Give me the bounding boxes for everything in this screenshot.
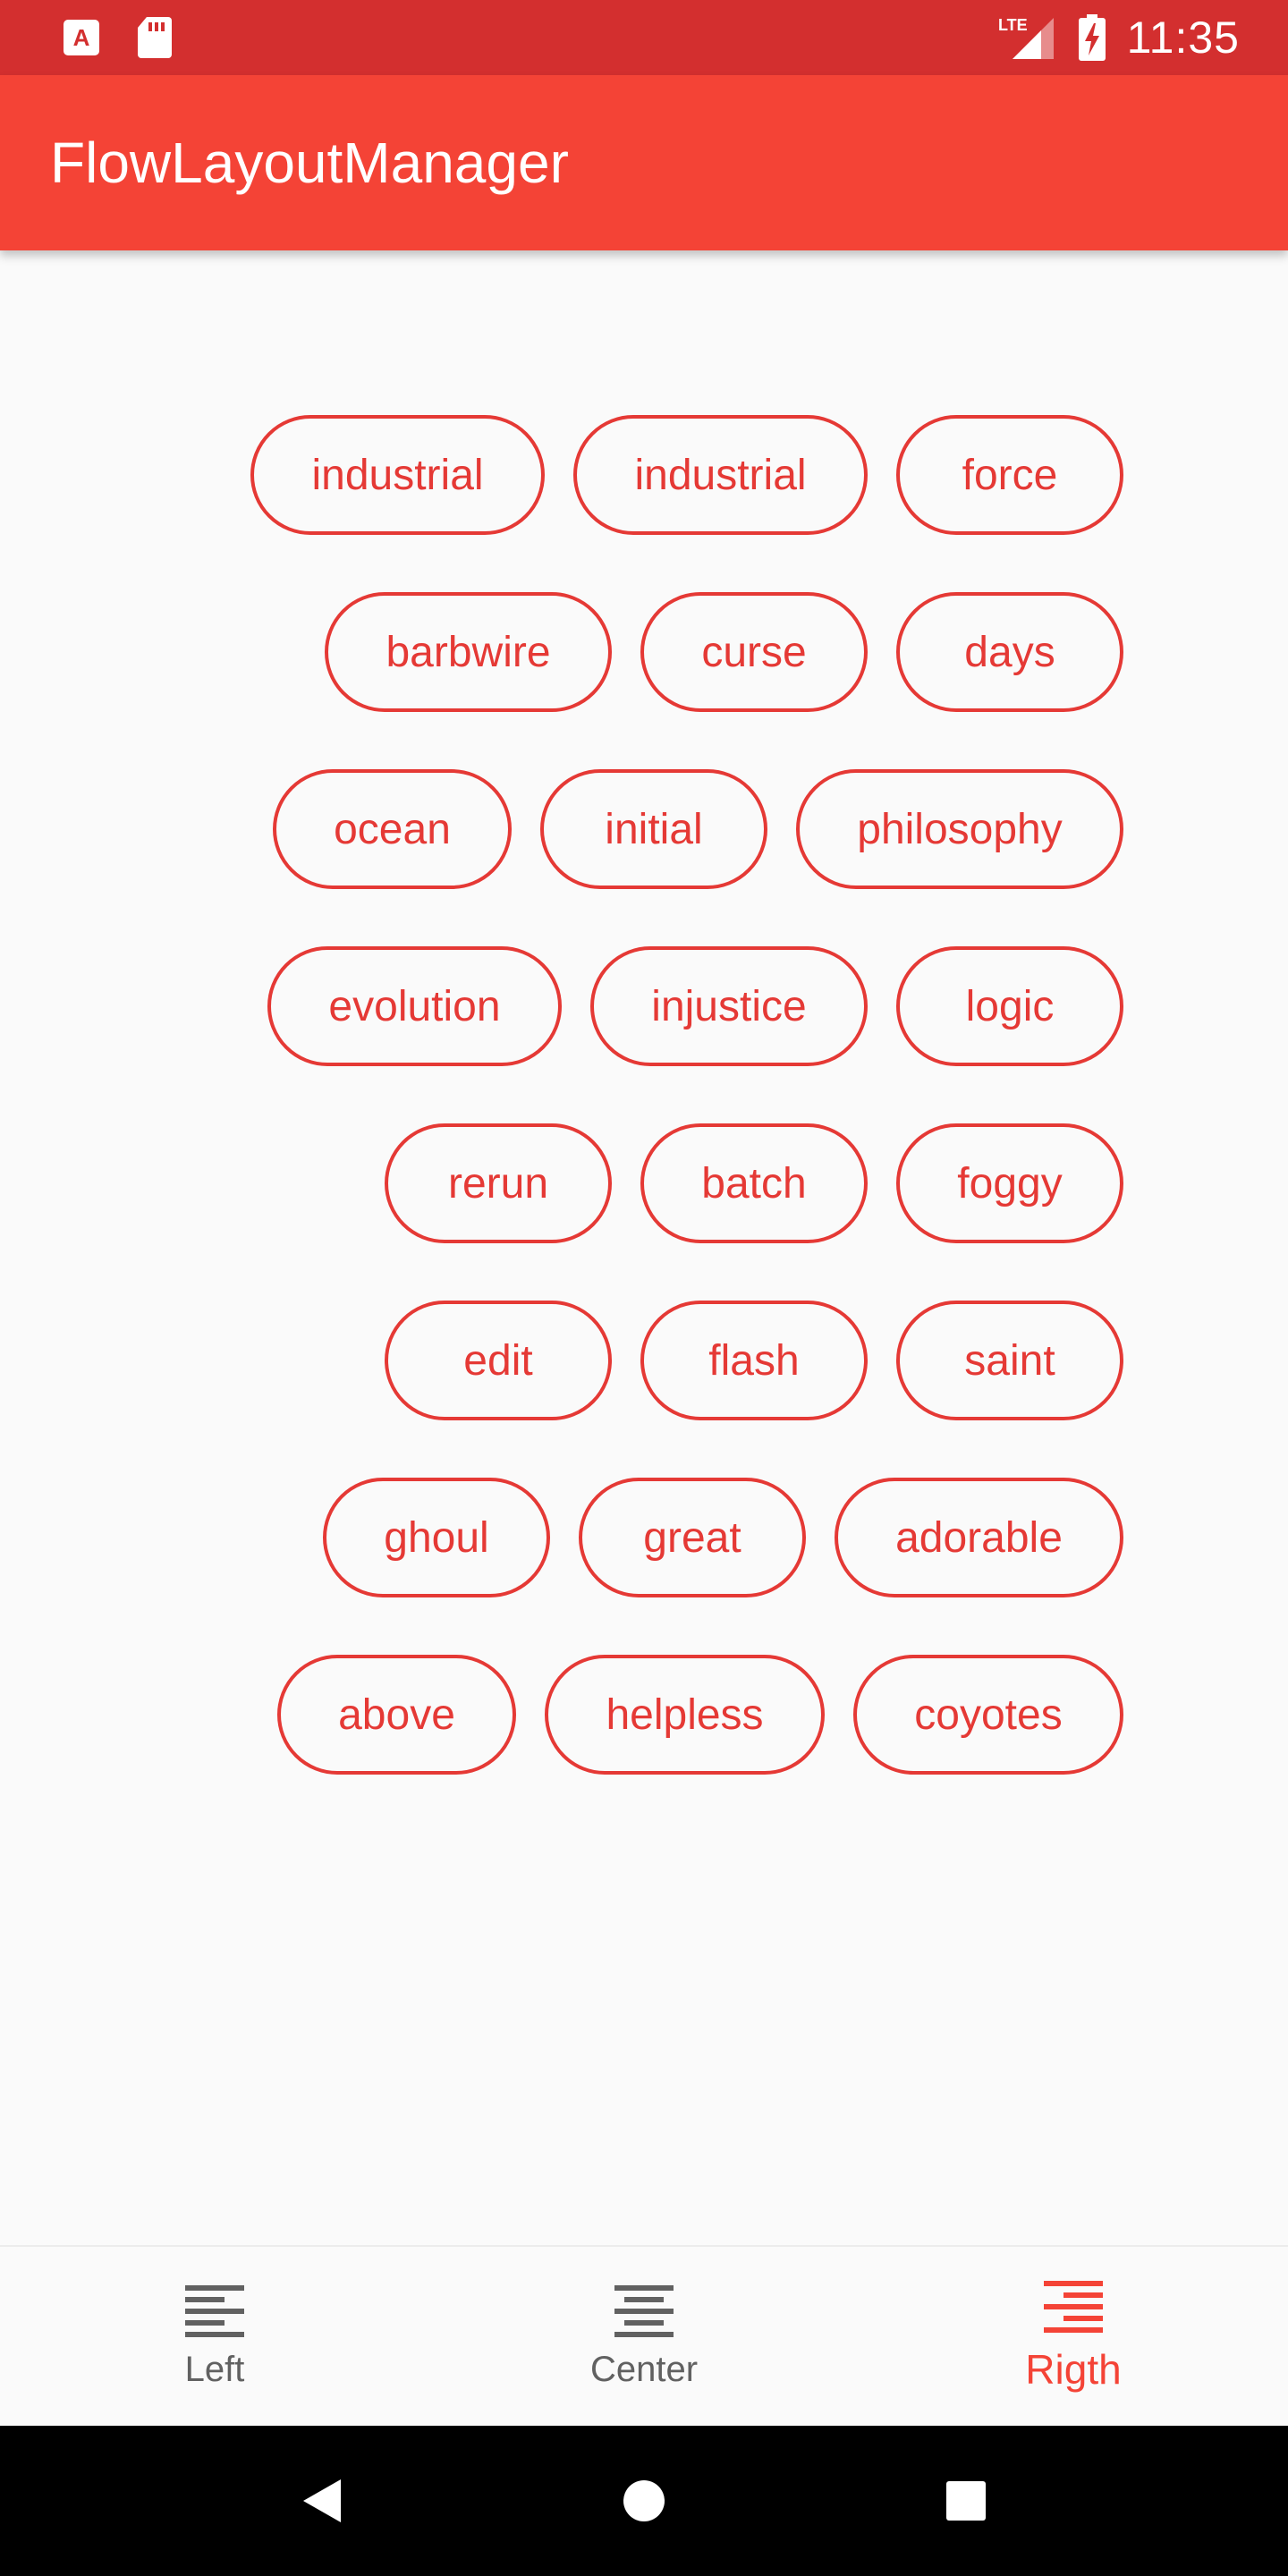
tag-chip[interactable]: initial [540,769,767,889]
tag-chip[interactable]: foggy [896,1123,1123,1243]
battery-charging-icon [1078,14,1106,61]
status-time: 11:35 [1126,13,1240,63]
flow-content: industrial industrial force barbwire curse da… [0,250,1288,2245]
tag-chip[interactable]: flash [640,1301,868,1420]
status-left-icons: A [63,15,174,60]
tag-flow-layout: industrial industrial force barbwire curse da… [50,415,1123,1775]
tag-chip[interactable]: philosophy [796,769,1123,889]
nav-item-left[interactable]: Left [0,2247,429,2428]
sd-card-icon [136,15,174,60]
nav-item-center[interactable]: Center [429,2247,859,2428]
tag-chip[interactable]: logic [896,946,1123,1066]
text-a-notification-icon: A [63,19,100,56]
nav-label-left: Left [184,2349,245,2389]
app-bar: FlowLayoutManager [0,75,1288,250]
tag-chip[interactable]: above [277,1655,516,1775]
align-right-icon [1044,2281,1103,2334]
tag-chip[interactable]: batch [640,1123,868,1243]
tag-chip[interactable]: ghoul [323,1478,550,1597]
tag-chip[interactable]: saint [896,1301,1123,1420]
tag-chip[interactable]: industrial [573,415,868,535]
nav-label-right: Rigth [1025,2346,1122,2393]
tag-chip[interactable]: evolution [267,946,562,1066]
tag-chip[interactable]: adorable [835,1478,1123,1597]
tag-chip[interactable]: injustice [590,946,868,1066]
align-center-icon [614,2284,674,2339]
align-left-icon [185,2284,244,2339]
nav-label-center: Center [589,2349,699,2389]
tag-chip[interactable]: industrial [250,415,545,535]
tag-chip[interactable]: great [579,1478,806,1597]
tag-chip[interactable]: coyotes [853,1655,1123,1775]
tag-chip[interactable]: helpless [545,1655,825,1775]
tag-chip[interactable]: ocean [273,769,512,889]
back-icon[interactable] [286,2465,358,2537]
screen: A LTE 11:35 FlowLayoutManager industrial… [0,0,1288,2576]
tag-chip[interactable]: days [896,592,1123,712]
tag-chip[interactable]: rerun [385,1123,612,1243]
tag-chip[interactable]: edit [385,1301,612,1420]
lte-signal-icon: LTE [998,14,1057,61]
tag-chip[interactable]: force [896,415,1123,535]
system-navigation-bar [0,2426,1288,2576]
status-right-icons: LTE 11:35 [998,12,1240,64]
tag-chip[interactable]: curse [640,592,868,712]
svg-text:A: A [73,24,90,51]
bottom-navigation: Left Center Rigth [0,2245,1288,2428]
tag-chip[interactable]: barbwire [325,592,612,712]
nav-item-right[interactable]: Rigth [859,2247,1288,2428]
app-title: FlowLayoutManager [50,131,569,195]
home-icon[interactable] [608,2465,680,2537]
status-bar: A LTE 11:35 [0,0,1288,75]
recents-icon[interactable] [930,2465,1002,2537]
lte-label: LTE [998,16,1028,34]
